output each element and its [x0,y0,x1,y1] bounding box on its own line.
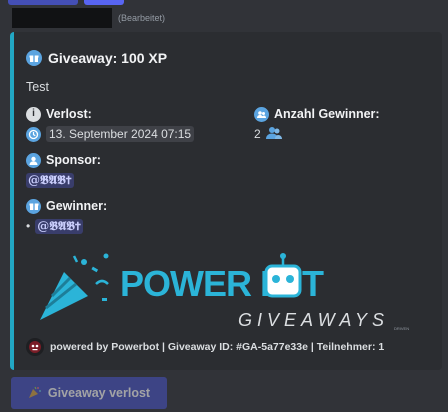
embed-title: Giveaway: 100 XP [48,50,168,66]
user-icon [26,152,41,168]
powerbot-giveaways-banner: POWER B T GIVEAWAYS DRIVEN [26,246,426,332]
previous-message-header [0,0,448,6]
gift-icon [26,198,41,214]
redacted-text [12,8,112,28]
giveaway-drawn-button-label: Giveaway verlost [47,386,151,400]
robot-face-icon [264,253,302,298]
field-drawn-label: Verlost: [46,107,92,121]
field-drawn: i Verlost: 13. September 2024 07:15 [26,106,195,142]
party-popper-icon [28,385,42,402]
embed-title-row: Giveaway: 100 XP [26,48,428,68]
footer-text: powered by Powerbot | Giveaway ID: #GA-5… [50,341,385,353]
sponsor-mention[interactable]: @𝕭𝕬𝕭✝ [26,172,74,188]
bot-badge [84,0,124,5]
field-winners: Gewinner: • @𝕭𝕬𝕭✝ [26,198,107,234]
winner-count-value: 2 [254,127,261,141]
winner-mention[interactable]: @𝕭𝕬𝕭✝ [35,218,83,234]
banner-subtitle: GIVEAWAYS [238,310,389,330]
banner-brand-text-2: T [302,263,324,304]
giveaway-embed: Giveaway: 100 XP Test i Verlost: 13. Sep… [10,32,442,370]
powerbot-avatar [26,338,44,356]
users-icon [254,106,269,122]
clock-icon [26,126,41,142]
bullet: • [26,219,31,233]
field-winners-label: Gewinner: [46,199,108,213]
field-sponsor: Sponsor: @𝕭𝕬𝕭✝ [26,152,101,188]
drawn-timestamp[interactable]: 13. September 2024 07:15 [46,126,195,142]
banner-brand-text-1: POWER B [120,263,285,304]
embed-description: Test [26,80,49,94]
giveaway-drawn-button[interactable]: Giveaway verlost [11,377,167,409]
field-sponsor-label: Sponsor: [46,153,101,167]
username-redacted [8,0,78,5]
users-icon [265,126,282,142]
gift-icon [26,50,42,66]
party-popper-icon [40,253,109,320]
info-icon: i [26,106,41,122]
message-content-row: (Bearbeitet) [12,8,165,28]
edited-label: (Bearbeitet) [118,13,166,23]
banner-tiny-credit: DRIVEN [394,326,409,331]
embed-footer: powered by Powerbot | Giveaway ID: #GA-5… [26,338,384,356]
field-winner-count-label: Anzahl Gewinner: [274,107,380,121]
field-winner-count: Anzahl Gewinner: 2 [254,106,380,142]
embed-fields: i Verlost: 13. September 2024 07:15 Anza… [26,106,428,246]
embed-accent-bar [10,32,14,370]
